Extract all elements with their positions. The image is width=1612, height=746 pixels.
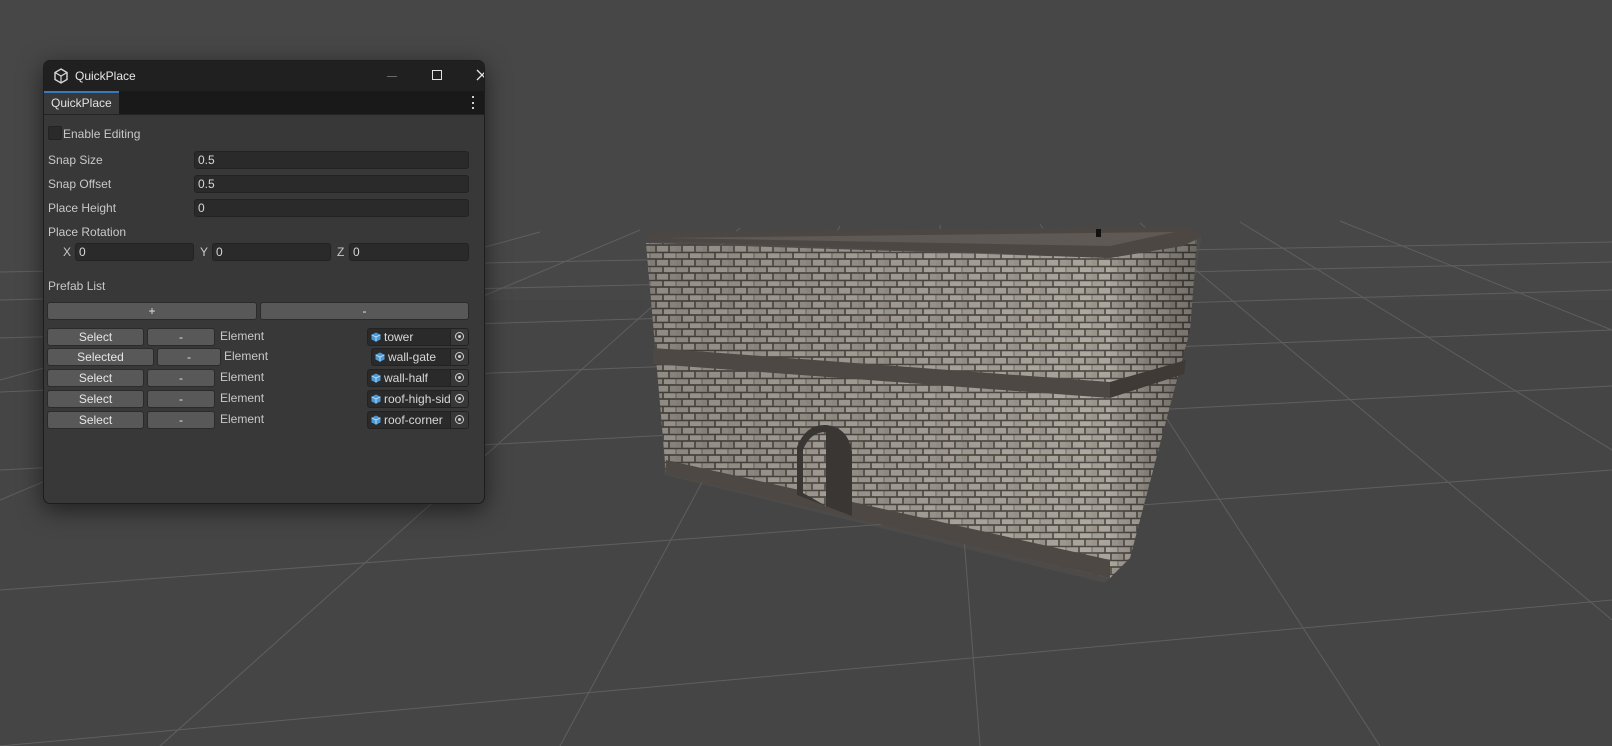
prefab-name: tower bbox=[384, 330, 414, 344]
tab-quickplace[interactable]: QuickPlace bbox=[44, 91, 119, 114]
prefab-list-label: Prefab List bbox=[48, 279, 106, 293]
remove-element-button[interactable]: - bbox=[157, 348, 221, 366]
object-picker-icon[interactable] bbox=[450, 349, 468, 365]
enable-editing-checkbox[interactable] bbox=[48, 126, 62, 140]
close-button[interactable] bbox=[460, 61, 484, 91]
prefab-icon bbox=[375, 352, 385, 362]
prefab-icon bbox=[371, 394, 381, 404]
prefab-object-field[interactable]: wall-half bbox=[367, 369, 469, 387]
select-button[interactable]: Select bbox=[47, 411, 144, 429]
place-height-label: Place Height bbox=[48, 201, 117, 215]
select-button[interactable]: Selected bbox=[47, 348, 154, 366]
close-icon bbox=[476, 69, 484, 81]
object-picker-icon[interactable] bbox=[450, 412, 468, 428]
element-label: Element bbox=[220, 412, 265, 426]
prefab-object-field[interactable]: wall-gate bbox=[371, 348, 469, 366]
prefab-object-field[interactable]: roof-high-side bbox=[367, 390, 469, 408]
snap-offset-label: Snap Offset bbox=[48, 177, 112, 191]
title-bar[interactable]: QuickPlace bbox=[44, 61, 484, 91]
rotation-z-field[interactable]: 0 bbox=[349, 243, 469, 261]
remove-element-button[interactable]: - bbox=[147, 390, 215, 408]
select-button[interactable]: Select bbox=[47, 328, 144, 346]
prefab-name: wall-half bbox=[384, 371, 429, 385]
maximize-button[interactable] bbox=[415, 61, 459, 91]
minimize-button[interactable] bbox=[370, 61, 414, 91]
snap-offset-field[interactable]: 0.5 bbox=[194, 175, 469, 193]
element-label: Element bbox=[220, 329, 265, 343]
element-label: Element bbox=[224, 349, 269, 363]
prefab-object-field[interactable]: roof-corner bbox=[367, 411, 469, 429]
element-label: Element bbox=[220, 391, 265, 405]
snap-size-label: Snap Size bbox=[48, 153, 103, 167]
enable-editing-label: Enable Editing bbox=[63, 127, 141, 141]
add-prefab-button[interactable]: + bbox=[47, 302, 257, 320]
prefab-object-field[interactable]: tower bbox=[367, 328, 469, 346]
select-button[interactable]: Select bbox=[47, 390, 144, 408]
element-label: Element bbox=[220, 370, 265, 384]
place-height-field[interactable]: 0 bbox=[194, 199, 469, 217]
remove-element-button[interactable]: - bbox=[147, 369, 215, 387]
rotation-y-label: Y bbox=[200, 245, 209, 259]
remove-element-button[interactable]: - bbox=[147, 411, 215, 429]
prefab-name: roof-corner bbox=[384, 413, 443, 427]
quickplace-window[interactable]: QuickPlace QuickPlace Enable Editing Sna… bbox=[43, 60, 485, 504]
remove-prefab-button[interactable]: - bbox=[260, 302, 469, 320]
object-picker-icon[interactable] bbox=[450, 329, 468, 345]
rotation-y-field[interactable]: 0 bbox=[212, 243, 331, 261]
prefab-name: wall-gate bbox=[388, 350, 437, 364]
place-rotation-label: Place Rotation bbox=[48, 225, 127, 239]
object-picker-icon[interactable] bbox=[450, 370, 468, 386]
rotation-x-label: X bbox=[63, 245, 72, 259]
snap-size-field[interactable]: 0.5 bbox=[194, 151, 469, 169]
tab-bar: QuickPlace bbox=[44, 91, 484, 115]
select-button[interactable]: Select bbox=[47, 369, 144, 387]
window-title: QuickPlace bbox=[75, 69, 136, 83]
object-picker-icon[interactable] bbox=[450, 391, 468, 407]
unity-cube-icon bbox=[54, 68, 68, 84]
kebab-menu-icon[interactable] bbox=[471, 96, 474, 109]
prefab-icon bbox=[371, 332, 381, 342]
rotation-x-field[interactable]: 0 bbox=[75, 243, 194, 261]
prefab-name: roof-high-side bbox=[384, 392, 450, 406]
panel-content: Enable Editing Snap Size 0.5 Snap Offset… bbox=[44, 115, 484, 503]
prefab-icon bbox=[371, 415, 381, 425]
prefab-icon bbox=[371, 373, 381, 383]
rotation-z-label: Z bbox=[337, 245, 345, 259]
remove-element-button[interactable]: - bbox=[147, 328, 215, 346]
